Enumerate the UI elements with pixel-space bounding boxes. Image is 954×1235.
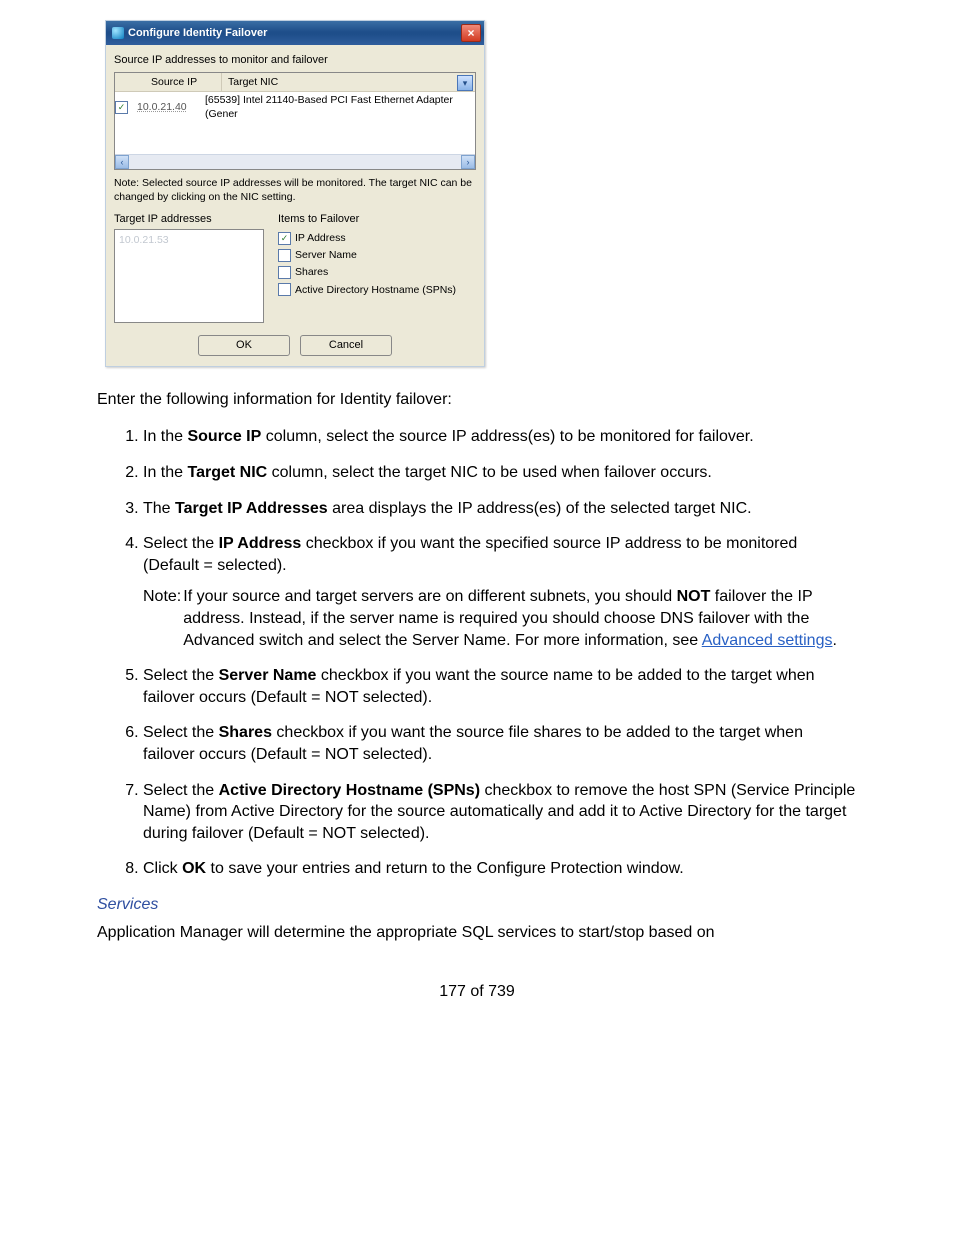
step-8: Click OK to save your entries and return…	[143, 858, 857, 880]
services-heading: Services	[97, 894, 857, 916]
source-ip-table: Source IP Target NIC ▾ ✓ 10.0.21.40 [655…	[114, 72, 476, 170]
shares-checkbox[interactable]	[278, 266, 291, 279]
note-body: If your source and target servers are on…	[183, 586, 857, 651]
source-ip-group-label: Source IP addresses to monitor and failo…	[114, 53, 476, 68]
col-source-ip[interactable]: Source IP	[145, 73, 222, 91]
step-1: In the Source IP column, select the sour…	[143, 426, 857, 448]
ip-address-checkbox[interactable]: ✓	[278, 232, 291, 245]
table-row[interactable]: ✓ 10.0.21.40 [65539] Intel 21140-Based P…	[115, 92, 475, 122]
dialog-note: Note: Selected source IP addresses will …	[114, 176, 476, 204]
step-2: In the Target NIC column, select the tar…	[143, 462, 857, 484]
scroll-left-icon[interactable]: ‹	[115, 155, 129, 169]
close-button[interactable]: ×	[461, 24, 481, 42]
row-ip: 10.0.21.40	[133, 100, 201, 114]
scroll-right-icon[interactable]: ›	[461, 155, 475, 169]
shares-label: Shares	[295, 265, 328, 279]
col-target-nic[interactable]: Target NIC ▾	[222, 73, 475, 91]
ok-button[interactable]: OK	[198, 335, 290, 356]
steps-list: In the Source IP column, select the sour…	[97, 426, 857, 880]
horizontal-scrollbar[interactable]: ‹ ›	[115, 154, 475, 169]
note-label: Note:	[143, 586, 183, 651]
server-name-checkbox[interactable]	[278, 249, 291, 262]
step-6: Select the Shares checkbox if you want t…	[143, 722, 857, 765]
step-3: The Target IP Addresses area displays th…	[143, 498, 857, 520]
app-icon	[112, 27, 124, 39]
dialog-titlebar: Configure Identity Failover ×	[106, 21, 484, 45]
step-5: Select the Server Name checkbox if you w…	[143, 665, 857, 708]
row-nic: [65539] Intel 21140-Based PCI Fast Ether…	[201, 93, 475, 121]
services-paragraph: Application Manager will determine the a…	[97, 922, 857, 944]
close-icon: ×	[467, 27, 474, 39]
dialog-title: Configure Identity Failover	[128, 26, 267, 41]
row-checkbox[interactable]: ✓	[115, 101, 128, 114]
advanced-settings-link[interactable]: Advanced settings	[702, 632, 833, 649]
ip-address-label: IP Address	[295, 231, 346, 245]
table-header: Source IP Target NIC ▾	[115, 73, 475, 92]
server-name-label: Server Name	[295, 248, 357, 262]
target-ip-value: 10.0.21.53	[119, 234, 169, 246]
step-4: Select the IP Address checkbox if you wa…	[143, 533, 857, 651]
target-ip-list[interactable]: 10.0.21.53	[114, 229, 264, 323]
step-7: Select the Active Directory Hostname (SP…	[143, 780, 857, 845]
target-ip-label: Target IP addresses	[114, 212, 264, 227]
spns-checkbox[interactable]	[278, 283, 291, 296]
chevron-down-icon[interactable]: ▾	[457, 75, 473, 91]
items-to-failover-label: Items to Failover	[278, 212, 476, 227]
cancel-button[interactable]: Cancel	[300, 335, 392, 356]
intro-paragraph: Enter the following information for Iden…	[97, 389, 857, 411]
configure-identity-failover-dialog: Configure Identity Failover × Source IP …	[105, 20, 485, 367]
page-number: 177 of 739	[97, 981, 857, 1003]
spns-label: Active Directory Hostname (SPNs)	[295, 283, 456, 297]
